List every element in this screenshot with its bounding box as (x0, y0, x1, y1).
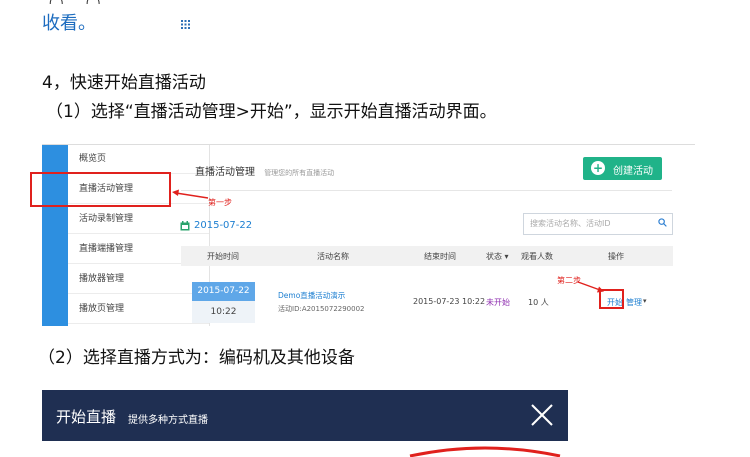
step4-heading: 4，快速开始直播活动 (42, 73, 206, 93)
start-live-dialog-header (42, 390, 568, 441)
search-placeholder: 搜索活动名称、活动ID (530, 219, 611, 228)
calendar-icon (180, 221, 190, 231)
column-header: 观看人数 (521, 252, 553, 261)
close-icon[interactable] (528, 401, 556, 429)
column-header-sortable[interactable]: 状态 ▾ (486, 251, 509, 262)
column-header: 结束时间 (424, 252, 456, 261)
column-header: 开始时间 (207, 252, 239, 261)
step4-1-instruction: （1）选择“直播活动管理>开始”，显示开始直播活动界面。 (46, 102, 497, 122)
start-time-cell: 2015-07-22 10:22 (192, 282, 255, 323)
end-time: 2015-07-23 10:22 (413, 297, 486, 306)
sidebar-item-label: 活动录制管理 (79, 214, 134, 224)
sidebar-item-player[interactable]: 播放器管理 (68, 265, 209, 294)
page-subtitle: 管理您的所有直播活动 (264, 169, 335, 177)
dialog-title: 开始直播 (56, 408, 117, 426)
column-header: 操作 (608, 252, 624, 261)
start-date: 2015-07-22 (192, 282, 255, 301)
start-clock-time: 10:22 (192, 301, 255, 323)
cutoff-previous-line: （ ） （ ） (0, 0, 750, 4)
page-title-text: 直播活动管理 (195, 167, 255, 178)
table-header: 开始时间 活动名称 结束时间 状态 ▾ 观看人数 操作 (181, 246, 673, 266)
plus-icon: + (591, 161, 605, 175)
sidebar-item-play-page[interactable]: 播放页管理 (68, 295, 209, 324)
sidebar-item-label: 播放器管理 (79, 274, 125, 284)
status-badge: 未开始 (486, 298, 510, 307)
dialog-subtitle: 提供多种方式直播 (128, 415, 208, 426)
sidebar-item-label: 概览页 (79, 154, 107, 164)
red-circle-highlight (409, 446, 561, 457)
search-input[interactable]: 搜索活动名称、活动ID (523, 213, 673, 235)
page-title: 直播活动管理 管理您的所有直播活动 (195, 163, 334, 178)
viewer-count: 10 人 (528, 298, 549, 307)
column-header: 活动名称 (317, 252, 349, 261)
activity-name-link[interactable]: Demo直播活动演示 (278, 290, 345, 301)
activity-id: 活动ID:A2015072290002 (278, 305, 365, 313)
manage-link[interactable]: 管理 (626, 297, 642, 308)
filter-date[interactable]: 2015-07-22 (194, 220, 252, 231)
sidebar-item-label: 直播端播管理 (79, 244, 134, 254)
header-divider (181, 190, 672, 191)
step2-arrow-icon (577, 281, 604, 293)
cutoff-text: （ ） （ ） (40, 0, 109, 4)
sidebar-item-label: 播放页管理 (79, 304, 125, 314)
highlight-box-sidebar (30, 172, 171, 207)
step4-2-instruction: （2）选择直播方式为：编码机及其他设备 (38, 348, 355, 368)
create-activity-label: 创建活动 (613, 166, 653, 177)
search-icon[interactable] (658, 218, 667, 227)
create-activity-button[interactable]: + 创建活动 (583, 157, 662, 180)
step1-label: 第一步 (208, 198, 232, 207)
grid-icon (181, 20, 190, 29)
chevron-down-icon[interactable]: ▾ (643, 297, 647, 305)
paragraph-collect: 收看。 (42, 13, 96, 34)
sidebar-item-overview[interactable]: 概览页 (68, 145, 209, 174)
